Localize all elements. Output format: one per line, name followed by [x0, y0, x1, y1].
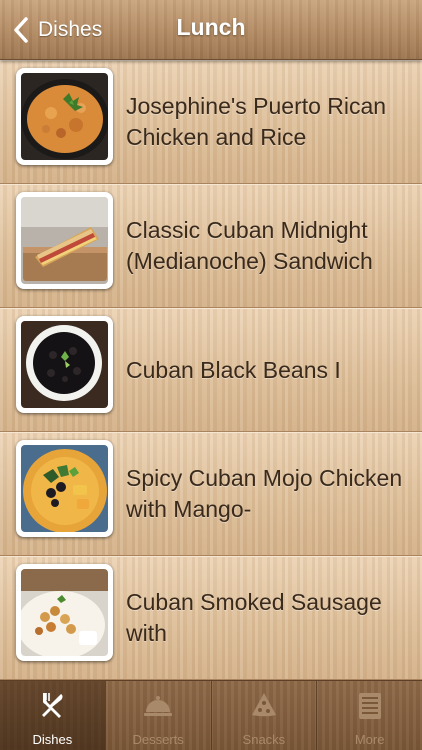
navigation-bar: Dishes Lunch — [0, 0, 422, 60]
list-item-dish[interactable]: Classic Cuban Midnight (Medianoche) Sand… — [0, 184, 422, 308]
mojo-chicken-photo — [21, 445, 108, 532]
dish-thumbnail — [16, 68, 113, 165]
pizza-slice-icon — [251, 693, 276, 717]
chicken-rice-photo — [21, 73, 108, 160]
fork-knife-icon — [42, 693, 63, 718]
list-icon — [358, 693, 381, 719]
cloche-icon — [144, 696, 173, 716]
dish-thumbnail — [16, 192, 113, 289]
sausage-chickpeas-photo — [21, 569, 108, 656]
tab-bar: Dishes Desserts Snacks More — [0, 680, 422, 750]
dish-title: Spicy Cuban Mojo Chicken with Mango- — [126, 465, 403, 522]
dish-list[interactable]: Josephine's Puerto Rican Chicken and Ric… — [0, 60, 422, 680]
dish-title: Classic Cuban Midnight (Medianoche) Sand… — [126, 217, 373, 274]
list-item-dish[interactable]: Spicy Cuban Mojo Chicken with Mango- — [0, 432, 422, 556]
list-item-dish[interactable]: Cuban Smoked Sausage with — [0, 556, 422, 680]
sandwich-photo — [21, 197, 108, 284]
dish-thumbnail — [16, 440, 113, 537]
tab-label: Snacks — [242, 732, 286, 747]
tab-label: More — [354, 732, 385, 747]
black-beans-photo — [21, 321, 108, 408]
tab-snacks[interactable]: Snacks — [210, 681, 317, 750]
list-item-dish[interactable]: Cuban Black Beans I — [0, 308, 422, 432]
dish-thumbnail — [16, 564, 113, 661]
tab-label: Desserts — [132, 732, 184, 747]
tab-more[interactable]: More — [316, 681, 422, 750]
tab-dishes[interactable]: Dishes — [0, 681, 105, 750]
dish-title: Cuban Black Beans I — [126, 356, 341, 383]
dish-title: Cuban Smoked Sausage with — [126, 589, 382, 646]
tab-desserts[interactable]: Desserts — [104, 681, 211, 750]
dish-title: Josephine's Puerto Rican Chicken and Ric… — [126, 93, 387, 150]
list-item-dish[interactable]: Josephine's Puerto Rican Chicken and Ric… — [0, 60, 422, 184]
dish-thumbnail — [16, 316, 113, 413]
page-title: Lunch — [176, 14, 246, 40]
tab-label: Dishes — [32, 732, 73, 747]
